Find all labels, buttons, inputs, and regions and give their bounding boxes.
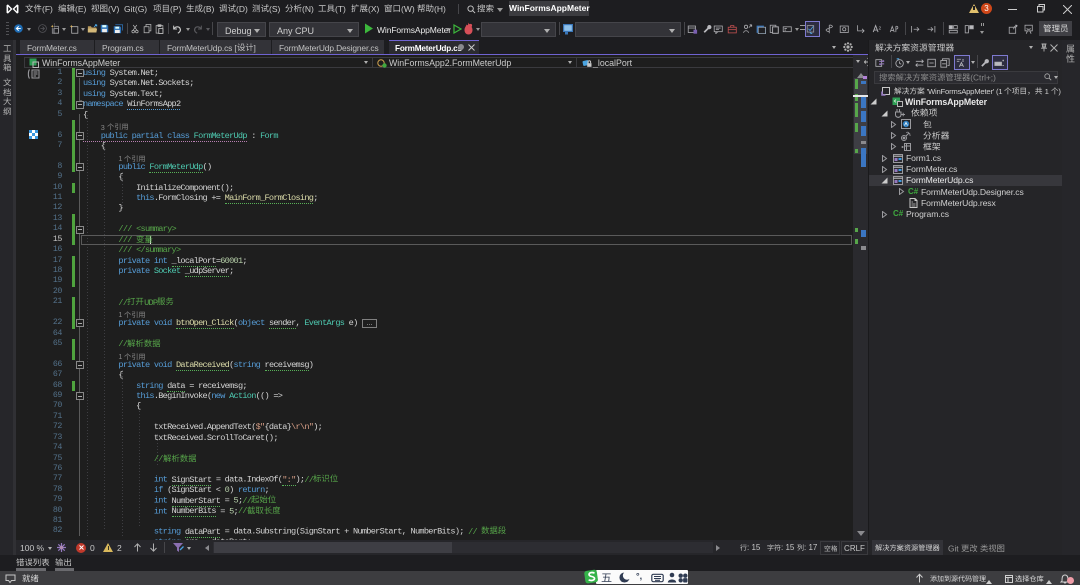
svg-text:2: 2 [878,25,881,31]
svg-text:0: 0 [962,58,965,63]
